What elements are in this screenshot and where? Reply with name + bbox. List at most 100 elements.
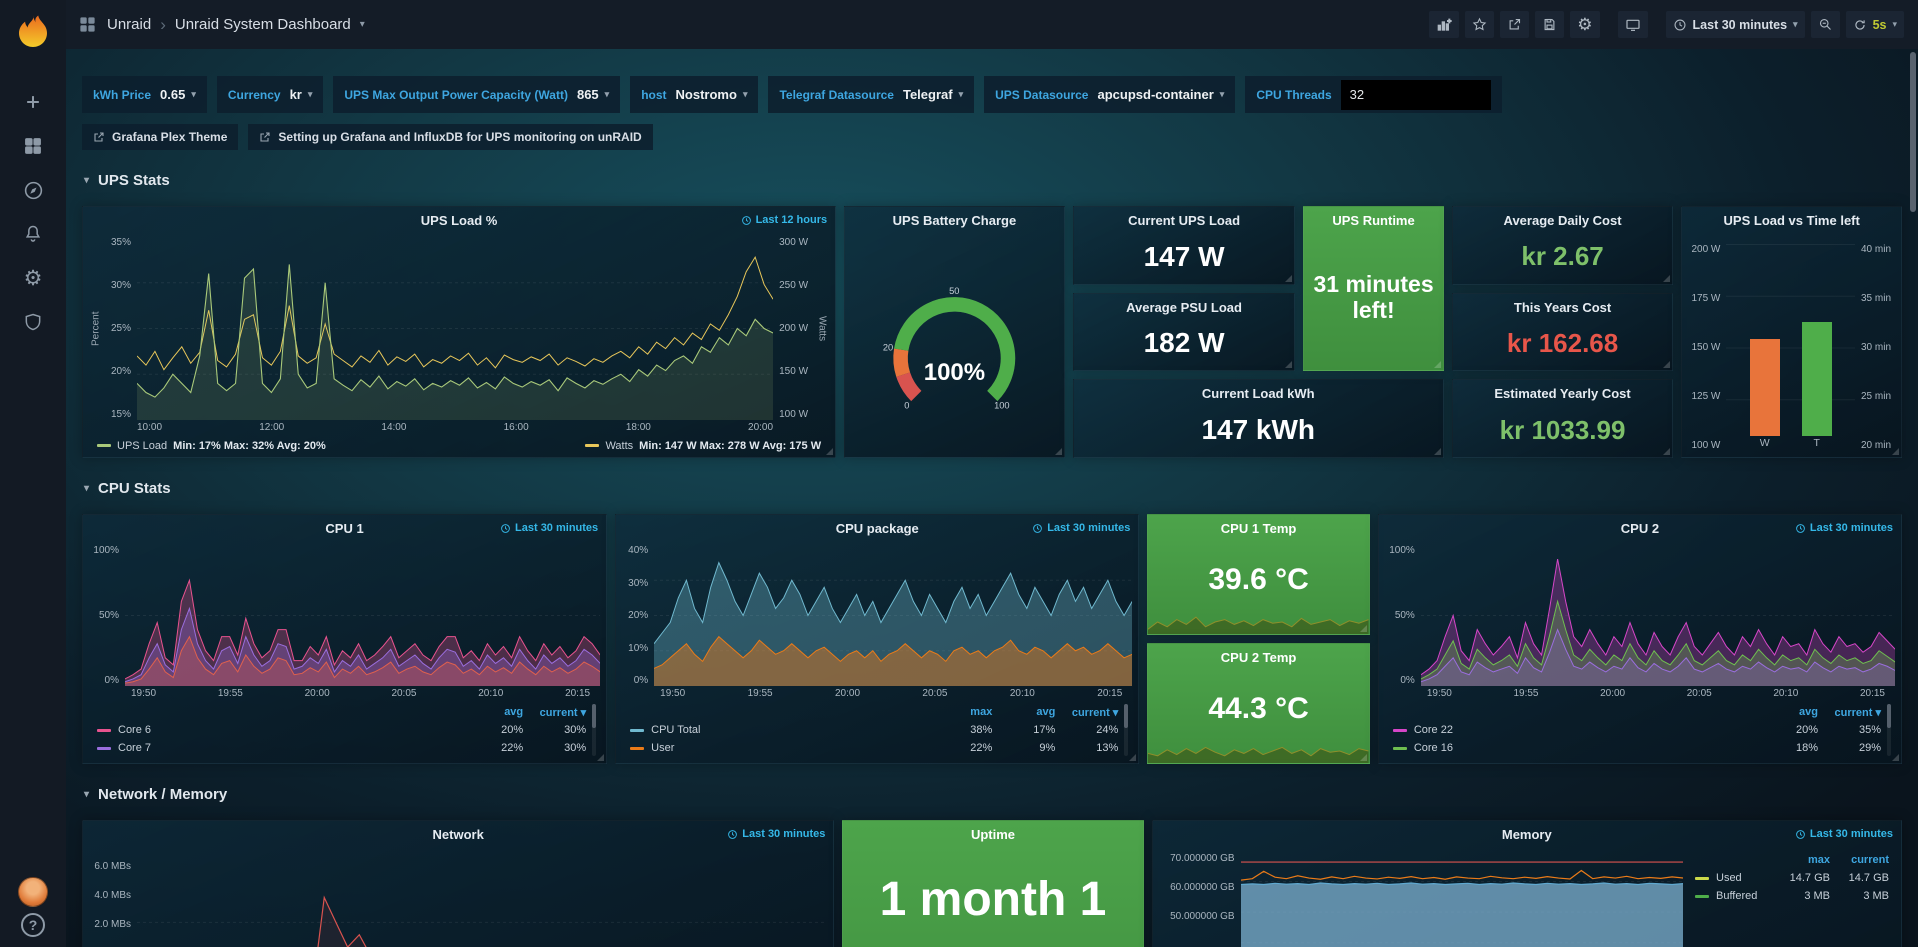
network-chart[interactable] [137, 851, 827, 947]
panel-title[interactable]: This Years Cost [1514, 300, 1611, 315]
ups-load-chart[interactable] [137, 237, 773, 420]
dashboard-link-ups-monitoring-guide[interactable]: Setting up Grafana and InfluxDB for UPS … [248, 124, 652, 150]
configuration-icon[interactable]: ⚙ [9, 256, 57, 300]
legend-header[interactable]: max [936, 706, 992, 718]
variable-value-dropdown[interactable]: 0.65▾ [160, 87, 196, 102]
variable-value-dropdown[interactable]: Nostromo▾ [676, 87, 748, 102]
chevron-down-icon: ▾ [1220, 89, 1225, 100]
panel-title[interactable]: Uptime [971, 827, 1015, 842]
panel-title[interactable]: UPS Load vs Time left [1724, 213, 1860, 228]
save-button[interactable] [1535, 11, 1564, 38]
legend-scrollbar[interactable] [1124, 704, 1128, 756]
legend-scrollbar[interactable] [1887, 704, 1891, 756]
series-name[interactable]: Core 7 [118, 742, 151, 754]
panel-resize-handle[interactable] [1434, 361, 1441, 368]
help-icon[interactable]: ? [21, 913, 45, 937]
explore-icon[interactable] [9, 168, 57, 212]
panel-title[interactable]: Average Daily Cost [1504, 213, 1622, 228]
panel-title[interactable]: CPU package [836, 521, 919, 536]
legend-header[interactable]: avg [999, 706, 1055, 718]
row-header-network-memory[interactable]: ▾ Network / Memory [84, 784, 1902, 804]
star-button[interactable] [1465, 11, 1494, 38]
dashboard-link-grafana-plex-theme[interactable]: Grafana Plex Theme [82, 124, 238, 150]
time-range-picker[interactable]: Last 30 minutes ▾ [1666, 11, 1805, 38]
cpu-package-chart[interactable] [654, 545, 1132, 686]
panel-resize-handle[interactable] [1434, 448, 1441, 455]
breadcrumb-dashboard[interactable]: Unraid System Dashboard [175, 16, 351, 33]
grafana-logo[interactable] [12, 12, 54, 54]
avatar[interactable] [18, 877, 48, 907]
panel-title[interactable]: Memory [1502, 827, 1552, 842]
panel-resize-handle[interactable] [1663, 448, 1670, 455]
series-name[interactable]: CPU Total [651, 724, 700, 736]
panel-title[interactable]: CPU 2 Temp [1221, 650, 1297, 665]
legend-header[interactable]: avg [467, 706, 523, 718]
panel-resize-handle[interactable] [597, 754, 604, 761]
legend-scrollbar[interactable] [592, 704, 596, 756]
create-icon[interactable] [9, 80, 57, 124]
panel-title[interactable]: CPU 1 [325, 521, 363, 536]
panel-resize-handle[interactable] [1055, 448, 1062, 455]
series-name[interactable]: UPS Load [117, 440, 167, 452]
panel-resize-handle[interactable] [1663, 361, 1670, 368]
panel-resize-handle[interactable] [1360, 625, 1367, 632]
page-scrollbar[interactable] [1910, 52, 1916, 932]
dashboards-icon[interactable] [9, 124, 57, 168]
panel-title[interactable]: CPU 2 [1621, 521, 1659, 536]
row-header-cpu-stats[interactable]: ▾ CPU Stats [84, 478, 1902, 498]
server-admin-icon[interactable] [9, 300, 57, 344]
cpu1-chart[interactable] [125, 545, 600, 686]
panel-title[interactable]: Average PSU Load [1126, 300, 1242, 315]
panel-resize-handle[interactable] [1285, 275, 1292, 282]
series-name[interactable]: Core 6 [118, 724, 151, 736]
series-name[interactable]: User [651, 742, 674, 754]
panel-title[interactable]: UPS Runtime [1332, 213, 1414, 228]
dashboard-settings-button[interactable]: ⚙ [1570, 11, 1599, 38]
variable-value-dropdown[interactable]: apcupsd-container▾ [1097, 87, 1224, 102]
temp-sparkline [1148, 739, 1369, 763]
series-name[interactable]: Core 16 [1414, 742, 1453, 754]
legend-header[interactable]: current [1837, 854, 1889, 866]
bar-chart[interactable]: WT [1726, 244, 1855, 451]
panel-resize-handle[interactable] [1663, 275, 1670, 282]
series-name[interactable]: Buffered [1716, 890, 1757, 902]
panel-title[interactable]: UPS Battery Charge [893, 213, 1017, 228]
legend-header[interactable]: current ▾ [530, 706, 586, 719]
panel-resize-handle[interactable] [1892, 448, 1899, 455]
panel-title[interactable]: UPS Load % [421, 213, 498, 228]
dashboard-grid-icon[interactable] [78, 15, 97, 34]
cpu2-chart[interactable] [1421, 545, 1895, 686]
refresh-button[interactable]: 5s ▾ [1846, 11, 1904, 38]
cpu-threads-input[interactable] [1341, 80, 1491, 110]
panel-title[interactable]: Estimated Yearly Cost [1494, 386, 1630, 401]
panel-title[interactable]: Current UPS Load [1128, 213, 1240, 228]
memory-chart[interactable] [1241, 851, 1683, 947]
external-link-icon [259, 131, 271, 143]
add-panel-button[interactable] [1429, 11, 1459, 38]
series-name[interactable]: Watts [605, 440, 633, 452]
share-button[interactable] [1500, 11, 1529, 38]
panel-resize-handle[interactable] [1892, 754, 1899, 761]
variable-value-dropdown[interactable]: Telegraf▾ [903, 87, 963, 102]
legend-header[interactable]: current ▾ [1062, 706, 1118, 719]
panel-resize-handle[interactable] [1360, 754, 1367, 761]
alerting-icon[interactable] [9, 212, 57, 256]
legend-header[interactable]: max [1778, 854, 1830, 866]
panel-title[interactable]: Current Load kWh [1202, 386, 1315, 401]
zoom-out-button[interactable] [1811, 11, 1840, 38]
variable-value-dropdown[interactable]: kr▾ [290, 87, 313, 102]
panel-resize-handle[interactable] [826, 448, 833, 455]
panel-title[interactable]: Network [433, 827, 484, 842]
variable-value-dropdown[interactable]: 865▾ [577, 87, 609, 102]
cycle-view-button[interactable] [1618, 11, 1648, 38]
panel-resize-handle[interactable] [1285, 361, 1292, 368]
panel-resize-handle[interactable] [1129, 754, 1136, 761]
panel-title[interactable]: CPU 1 Temp [1221, 521, 1297, 536]
legend-header[interactable]: current ▾ [1825, 706, 1881, 719]
breadcrumb-folder[interactable]: Unraid [107, 16, 151, 33]
chevron-down-icon[interactable]: ▾ [360, 19, 365, 30]
row-header-ups-stats[interactable]: ▾ UPS Stats [84, 170, 1902, 190]
legend-header[interactable]: avg [1762, 706, 1818, 718]
series-name[interactable]: Used [1716, 872, 1742, 884]
series-name[interactable]: Core 22 [1414, 724, 1453, 736]
